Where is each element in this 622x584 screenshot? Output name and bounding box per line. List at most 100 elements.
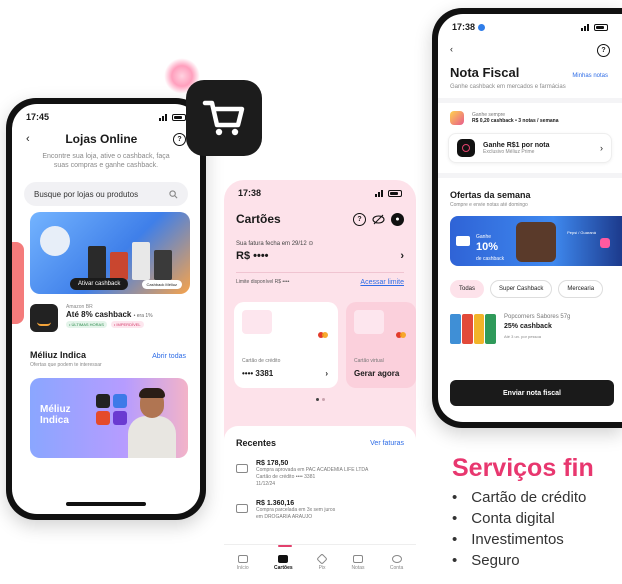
- indica-title: Méliuz Indica: [40, 404, 71, 426]
- credit-card[interactable]: Cartão de crédito •••• 3381 ›: [234, 302, 338, 388]
- receipt-icon: [450, 111, 464, 125]
- help-icon[interactable]: ?: [353, 212, 366, 226]
- search-input[interactable]: Busque por lojas ou produtos: [24, 182, 188, 206]
- signal-icon: [375, 189, 385, 197]
- battery-icon: [172, 113, 186, 121]
- signal-icon: [581, 23, 591, 31]
- section-header: Méliuz Indica Abrir todas: [12, 332, 200, 360]
- my-notes-link[interactable]: Minhas notas: [572, 73, 608, 79]
- back-icon[interactable]: ‹: [26, 133, 30, 145]
- tab-label: Cartões: [274, 564, 293, 571]
- transaction-amount: R$ 178,50: [256, 460, 289, 467]
- product-image: [450, 314, 496, 344]
- meliuz-indica-banner[interactable]: Méliuz Indica: [30, 378, 188, 458]
- hide-values-icon[interactable]: [372, 214, 385, 225]
- help-icon[interactable]: ?: [173, 132, 186, 146]
- fatura-label: Sua fatura fecha em 29/12 ⊙: [236, 241, 314, 247]
- view-invoices-link[interactable]: Ver faturas: [370, 440, 404, 447]
- generate-now-button[interactable]: Gerar agora: [354, 369, 399, 378]
- cartoes-screen: 17:38 Cartões ? ● Sua fatura fecha em 29…: [224, 180, 416, 584]
- product-image: [40, 226, 70, 256]
- mastercard-icon: [318, 332, 328, 338]
- carousel-dots: [224, 398, 416, 401]
- status-time: 17:38: [238, 188, 262, 198]
- limit-row: Limite disponível R$ •••• Acessar limite: [224, 273, 416, 286]
- app-icon: [113, 394, 127, 408]
- product-name: Popcorners Sabores 57g: [504, 314, 571, 320]
- carousel-prev-banner[interactable]: [12, 242, 24, 324]
- app-icon: [113, 411, 127, 425]
- receipt-icon: [352, 554, 363, 563]
- cashback-info: Ganhe sempre R$ 0,20 cashback • 3 notas …: [438, 103, 622, 133]
- recent-title: Recentes: [236, 438, 277, 448]
- tab-pix[interactable]: Pix: [316, 552, 328, 571]
- product-item[interactable]: Popcorners Sabores 57g 25% cashback Até …: [438, 298, 622, 344]
- status-bar: 17:45: [12, 104, 200, 122]
- product-box: [110, 252, 128, 280]
- chevron-right-icon: ›: [325, 369, 328, 378]
- nota-nav: ‹ ?: [438, 32, 622, 57]
- search-placeholder: Busque por lojas ou produtos: [34, 189, 139, 199]
- location-icon: [477, 24, 485, 32]
- page-title: Lojas Online: [65, 132, 138, 146]
- chip-todas[interactable]: Todas: [450, 280, 485, 298]
- brand-badge: [456, 236, 470, 246]
- status-time: 17:45: [26, 112, 50, 122]
- app-icon: [96, 411, 110, 425]
- virtual-card[interactable]: Cartão virtual Gerar agora: [346, 302, 416, 388]
- transaction-amount: R$ 1.360,16: [256, 500, 295, 507]
- mastercard-icon: [396, 332, 406, 338]
- prime-promo-card[interactable]: Ganhe R$1 por nota Exclusivo Méliuz Prim…: [448, 133, 612, 163]
- shopping-cart-app-icon: [186, 80, 262, 156]
- card-number: •••• 3381: [242, 369, 274, 378]
- services-title: Serviços fin: [452, 454, 594, 482]
- banner-tag: Cashback Méliuz: [141, 280, 182, 289]
- back-icon[interactable]: ‹: [450, 44, 453, 57]
- status-icons: [159, 113, 186, 121]
- store-cashback: Até 8% cashback • era 1%: [66, 310, 153, 319]
- service-item: Seguro: [452, 550, 622, 571]
- cashback-value: Até 8% cashback: [66, 310, 132, 319]
- offer-banner[interactable]: Ganhe 10% de cashback Pepsi / Guaraná: [450, 216, 622, 266]
- tab-cartoes[interactable]: Cartões: [274, 554, 293, 571]
- status-bar: 17:38: [224, 180, 416, 198]
- product-cashback: 25% cashback: [504, 323, 552, 330]
- chevron-right-icon: ›: [600, 143, 603, 153]
- signal-icon: [159, 113, 169, 121]
- promo-banner[interactable]: Ativar cashback Cashback Méliuz: [30, 212, 190, 294]
- battery-icon: [388, 189, 402, 197]
- cartoes-header: Cartões ? ●: [224, 198, 416, 226]
- help-icon[interactable]: ?: [597, 44, 610, 57]
- banner-suffix: de cashback: [476, 256, 505, 262]
- service-item: Investimentos: [452, 529, 622, 550]
- transaction-item[interactable]: R$ 1.360,16 Compra parcelada em 3x sem j…: [236, 500, 404, 521]
- chip-mercearia[interactable]: Mercearia: [558, 280, 604, 298]
- tab-notas[interactable]: Notas: [351, 554, 365, 571]
- access-limit-link[interactable]: Acessar limite: [360, 279, 404, 286]
- info-line2: R$ 0,20 cashback • 3 notas / semana: [472, 118, 559, 124]
- tab-conta[interactable]: Conta: [390, 554, 403, 571]
- chevron-right-icon: ›: [400, 250, 404, 262]
- send-receipt-button[interactable]: Enviar nota fiscal: [450, 380, 614, 406]
- banner-arrow-button[interactable]: [600, 238, 610, 248]
- pix-icon: [316, 552, 328, 565]
- offers-header: Ofertas da semana Compre e envie notas a…: [438, 178, 622, 208]
- offers-title: Ofertas da semana: [450, 190, 531, 200]
- services-list: Serviços fin Cartão de crédito Conta dig…: [452, 454, 622, 571]
- battery-icon: [594, 23, 608, 31]
- fatura-row[interactable]: R$ •••• ›: [224, 247, 416, 262]
- open-all-link[interactable]: Abrir todas: [152, 353, 186, 360]
- phone-nota-fiscal: 17:38 ‹ ? Nota Fiscal Minhas notas Ganhe…: [432, 8, 622, 428]
- tab-label: Início: [236, 564, 249, 571]
- profile-icon[interactable]: ●: [391, 212, 404, 226]
- card-icon: [236, 464, 248, 473]
- activate-cashback-button[interactable]: Ativar cashback: [70, 278, 129, 290]
- tab-inicio[interactable]: Início: [236, 554, 249, 571]
- section-title: Méliuz Indica: [30, 350, 87, 360]
- transaction-item[interactable]: R$ 178,50 Compra aprovada em PAC ACADEMI…: [236, 460, 404, 488]
- transaction-merchant: em DROGARIA ARAUJO: [256, 514, 313, 520]
- recent-header: Recentes Ver faturas: [236, 438, 404, 448]
- promo-subtitle: Exclusivo Méliuz Prime: [483, 148, 535, 155]
- store-item-amazon[interactable]: Amazon BR Até 8% cashback • era 1% • ÚLT…: [12, 294, 200, 332]
- chip-super-cashback[interactable]: Super Cashback: [490, 280, 553, 298]
